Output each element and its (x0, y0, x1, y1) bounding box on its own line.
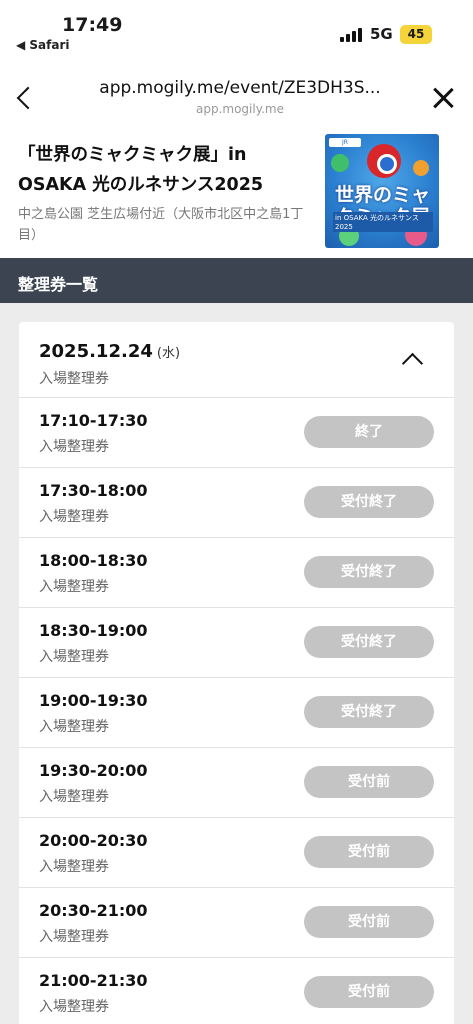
close-icon[interactable] (430, 85, 456, 111)
date-label: 2025.12.24 (水) (39, 341, 180, 362)
section-title: 整理券一覧 (18, 275, 99, 294)
date-ticket-type: 入場整理券 (39, 371, 109, 387)
jr-logo: JR (329, 138, 361, 147)
chevron-up-icon[interactable] (401, 350, 423, 372)
time-slot-row: 18:30-19:00 入場整理券 受付終了 (19, 608, 454, 678)
event-venue: 中之島公園 芝生広場付近（大阪市北区中之島1丁目） (18, 207, 304, 243)
slot-label: 入場整理券 (39, 999, 109, 1015)
slot-time: 19:30-20:00 (39, 761, 148, 780)
slot-label: 入場整理券 (39, 719, 109, 735)
time-slot-row: 17:30-18:00 入場整理券 受付終了 (19, 468, 454, 538)
slot-time: 17:10-17:30 (39, 411, 148, 430)
slot-time: 20:30-21:00 (39, 901, 148, 920)
slot-status-button[interactable]: 受付終了 (304, 696, 434, 728)
event-thumbnail[interactable]: JR 世界のミャクミャク展 in OSAKA 光のルネサンス2025 (325, 134, 439, 248)
slot-label: 入場整理券 (39, 579, 109, 595)
date-value: 2025.12.24 (39, 341, 153, 362)
network-type: 5G (370, 25, 393, 43)
slot-label: 入場整理券 (39, 929, 109, 945)
status-time: 17:49 (62, 14, 123, 36)
thumbnail-subtitle: in OSAKA 光のルネサンス2025 (333, 212, 433, 232)
back-to-safari-link[interactable]: ◀ Safari (16, 38, 70, 52)
weekday: (水) (156, 346, 181, 361)
time-slot-row: 20:00-20:30 入場整理券 受付前 (19, 818, 454, 888)
browser-url-bar: app.mogily.me/event/ZE3DH3S... app.mogil… (0, 58, 473, 124)
slot-status-button[interactable]: 受付終了 (304, 556, 434, 588)
signal-icon (340, 27, 364, 42)
status-bar: 17:49 ◀ Safari 5G 45 (0, 0, 473, 58)
slot-status-button[interactable]: 受付終了 (304, 626, 434, 658)
slot-status-button[interactable]: 受付前 (304, 906, 434, 938)
slot-label: 入場整理券 (39, 649, 109, 665)
event-title: 「世界のミャクミャク展」in OSAKA 光のルネサンス2025 (18, 145, 264, 195)
slot-time: 19:00-19:30 (39, 691, 148, 710)
time-slot-row: 17:10-17:30 入場整理券 終了 (19, 398, 454, 468)
time-slot-row: 20:30-21:00 入場整理券 受付前 (19, 888, 454, 958)
slot-label: 入場整理券 (39, 439, 109, 455)
time-slot-row: 19:00-19:30 入場整理券 受付終了 (19, 678, 454, 748)
url-domain: app.mogily.me (196, 102, 284, 116)
slot-label: 入場整理券 (39, 509, 109, 525)
battery-indicator: 45 (400, 25, 432, 44)
url-text[interactable]: app.mogily.me/event/ZE3DH3S... (80, 78, 400, 98)
slot-status-button[interactable]: 受付前 (304, 976, 434, 1008)
slot-status-button[interactable]: 終了 (304, 416, 434, 448)
slot-status-button[interactable]: 受付前 (304, 766, 434, 798)
date-group-header[interactable]: 2025.12.24 (水) 入場整理券 (19, 322, 454, 398)
event-header: 「世界のミャクミャク展」in OSAKA 光のルネサンス2025 中之島公園 芝… (0, 124, 473, 258)
slot-label: 入場整理券 (39, 859, 109, 875)
mascot-icon (367, 144, 401, 178)
slot-time: 17:30-18:00 (39, 481, 148, 500)
slot-label: 入場整理券 (39, 789, 109, 805)
slot-time: 21:00-21:30 (39, 971, 148, 990)
slot-time: 18:30-19:00 (39, 621, 148, 640)
slot-time: 20:00-20:30 (39, 831, 148, 850)
time-slot-row: 21:00-21:30 入場整理券 受付前 (19, 958, 454, 1024)
time-slot-row: 19:30-20:00 入場整理券 受付前 (19, 748, 454, 818)
slot-status-button[interactable]: 受付前 (304, 836, 434, 868)
section-header: 整理券一覧 (0, 258, 473, 303)
back-arrow-icon[interactable] (14, 84, 36, 112)
slot-time: 18:00-18:30 (39, 551, 148, 570)
slot-status-button[interactable]: 受付終了 (304, 486, 434, 518)
ticket-list-card: 2025.12.24 (水) 入場整理券 17:10-17:30 入場整理券 終了… (19, 322, 454, 1024)
time-slot-row: 18:00-18:30 入場整理券 受付終了 (19, 538, 454, 608)
